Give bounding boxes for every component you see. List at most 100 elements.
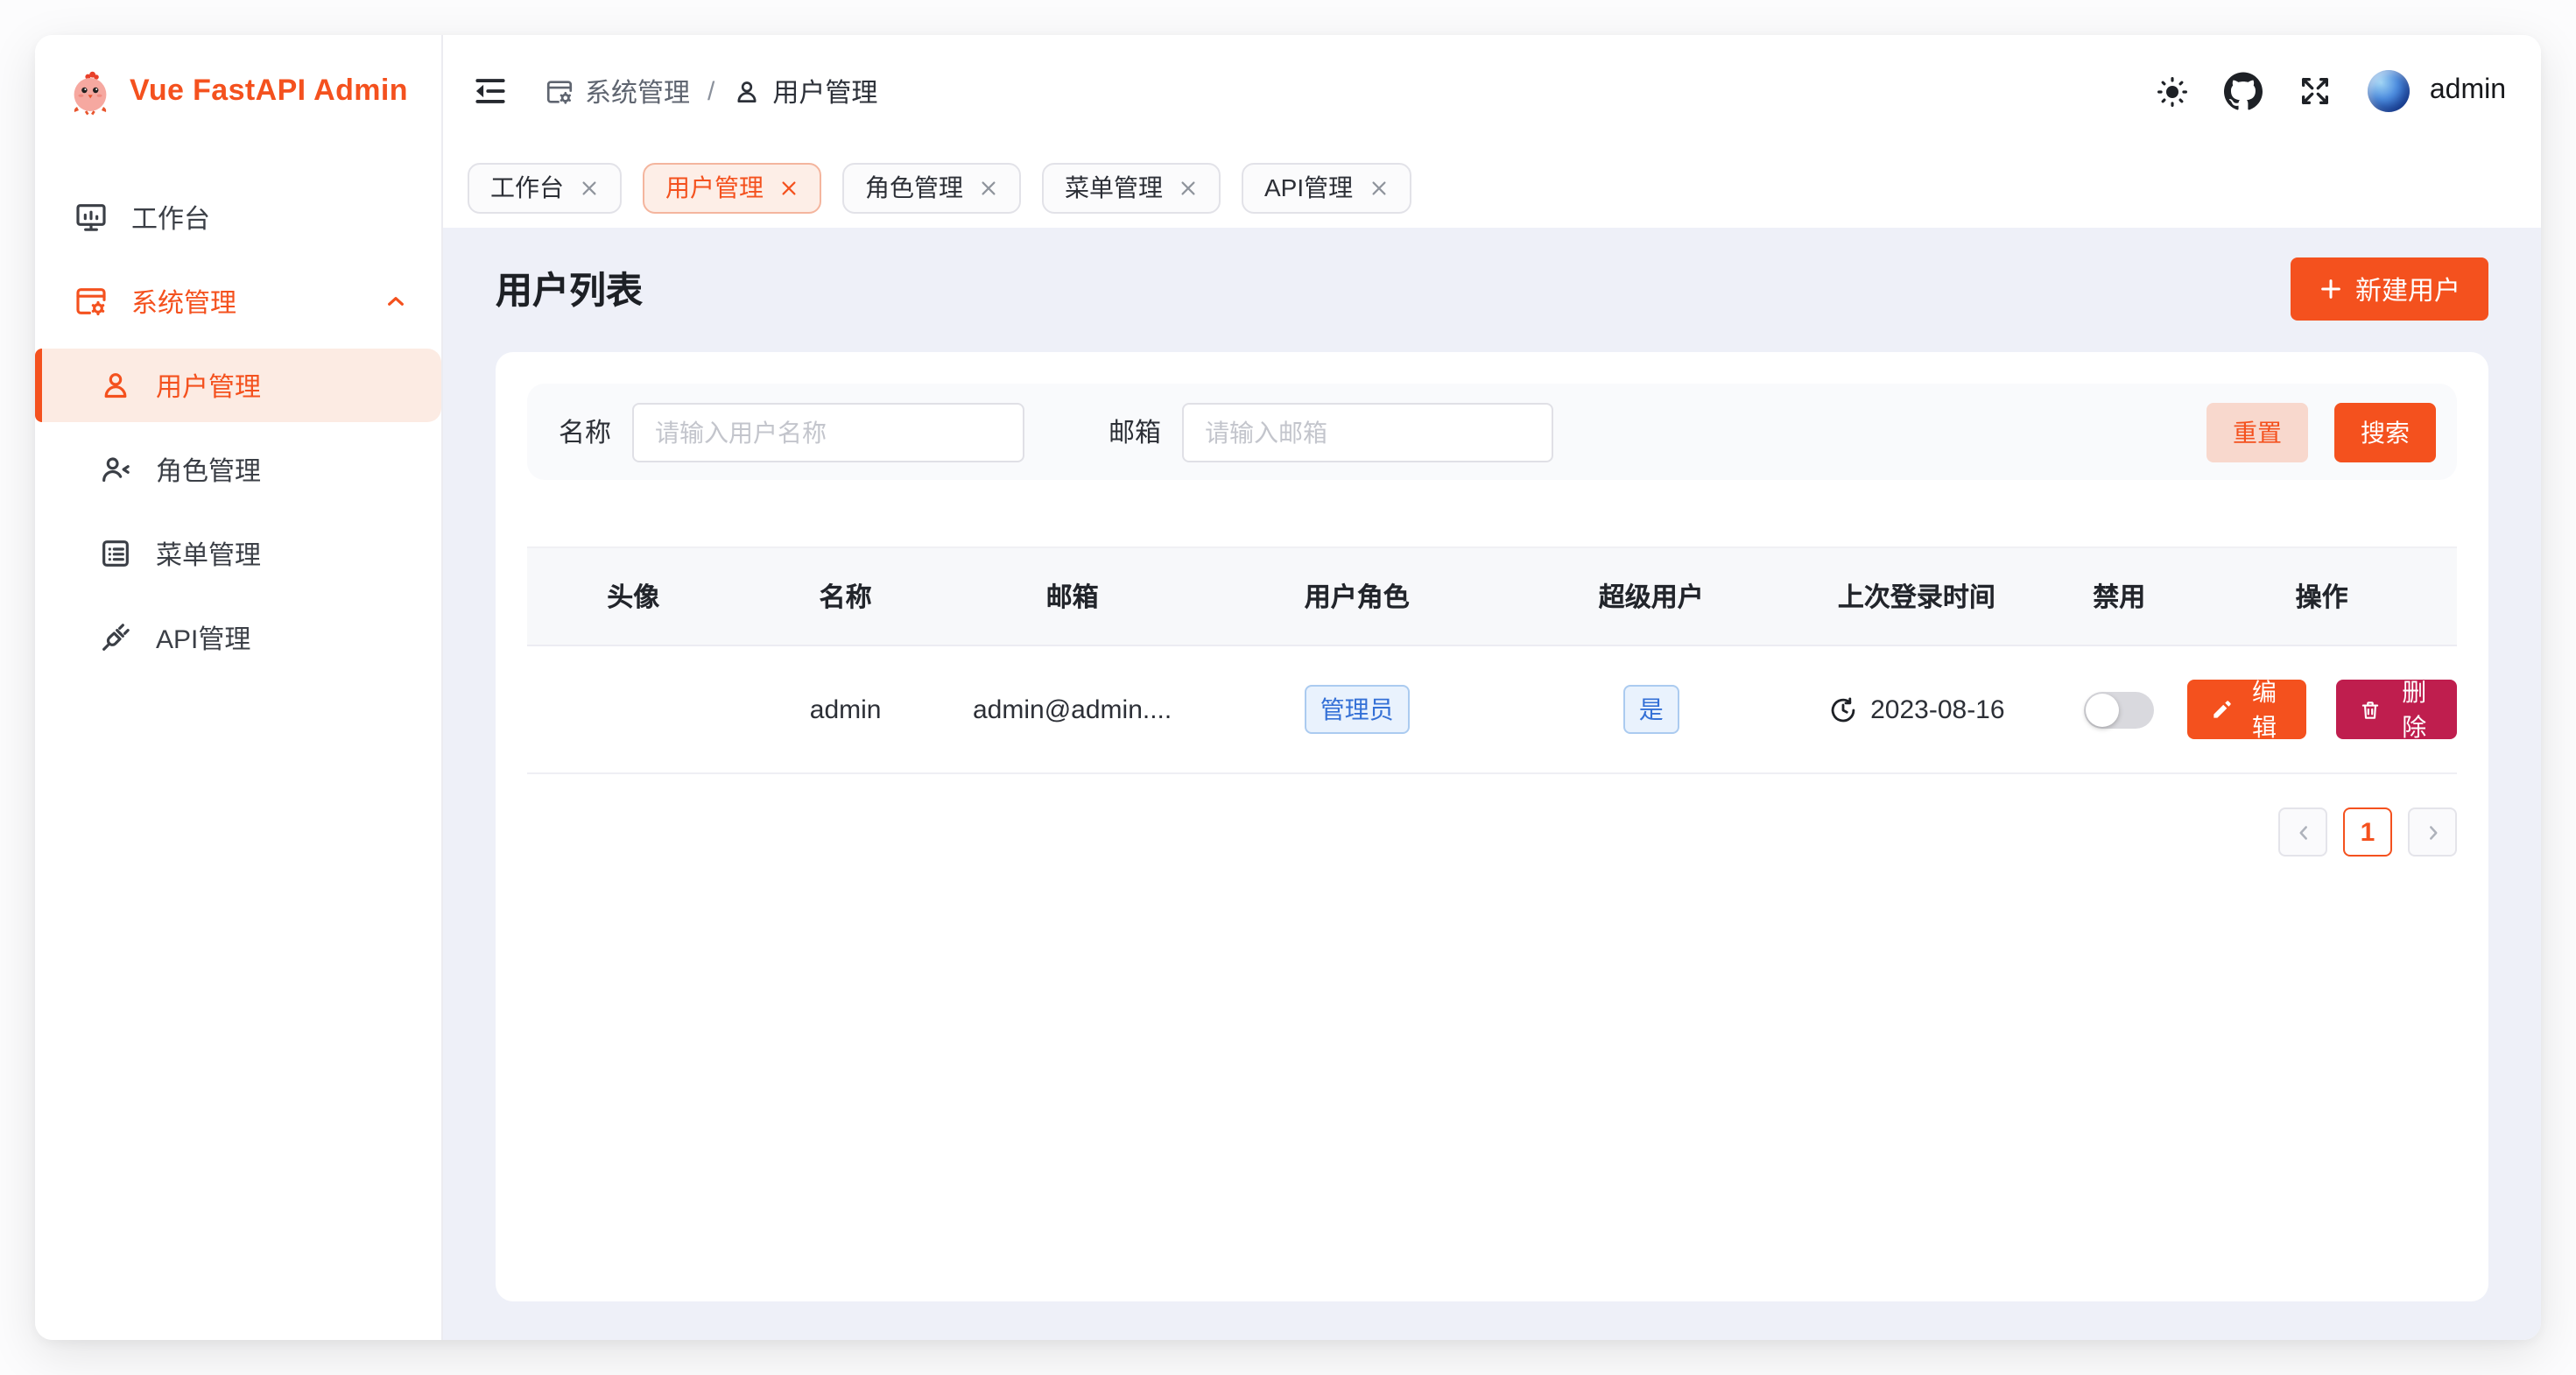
tab-roles[interactable]: 角色管理 [842,162,1021,213]
column-header-role: 用户角色 [1193,578,1521,615]
sidebar-item-roles[interactable]: 角色管理 [35,433,441,506]
disabled-toggle[interactable] [2084,691,2154,728]
plus-icon [2319,277,2343,301]
sidebar-collapse-button[interactable] [464,65,517,117]
sidebar-item-menus[interactable]: 菜单管理 [35,517,441,590]
trash-icon [2360,698,2382,721]
tab-users[interactable]: 用户管理 [643,162,821,213]
column-header-last-login: 上次登录时间 [1782,578,2052,615]
last-login-value: 2023-08-16 [1870,695,2004,724]
tab-label: API管理 [1264,170,1353,205]
pagination-next-button[interactable] [2408,807,2457,857]
table-card: 名称 邮箱 重置 搜索 头像 名称 邮箱 [496,352,2488,1301]
tabbar: 工作台 用户管理 角色管理 [443,147,2541,228]
tab-label: 菜单管理 [1065,170,1163,205]
sidebar-item-users[interactable]: 用户管理 [35,349,441,422]
email-filter-input[interactable] [1182,402,1553,462]
tab-label: 用户管理 [665,170,764,205]
sidebar-item-label: 角色管理 [156,451,261,488]
name-filter-label: 名称 [559,413,611,450]
cell-actions: 编辑 删除 [2186,680,2457,739]
column-header-disabled: 禁用 [2052,578,2186,615]
column-header-name: 名称 [739,578,951,615]
table-row: admin admin@admin.... 管理员 是 [527,646,2457,774]
tab-api[interactable]: API管理 [1242,162,1411,213]
pagination: 1 [527,807,2457,857]
email-filter-label: 邮箱 [1109,413,1161,450]
cell-role: 管理员 [1193,685,1521,734]
filter-panel: 名称 邮箱 重置 搜索 [527,384,2457,480]
topbar: 系统管理 / 用户管理 [443,35,2541,147]
tab-label: 工作台 [490,170,564,205]
sidebar-item-api[interactable]: API管理 [35,601,441,674]
sidebar-item-system[interactable]: 系统管理 [35,264,441,338]
close-icon[interactable] [979,178,998,197]
create-user-label: 新建用户 [2355,271,2460,307]
sidebar-item-label: API管理 [156,619,250,656]
chick-logo-icon [67,67,114,115]
monitor-icon [74,200,109,235]
edit-button[interactable]: 编辑 [2186,680,2306,739]
delete-label: 删除 [2395,674,2434,744]
topbar-actions: admin [2153,70,2506,112]
user-icon [98,368,133,403]
cell-superuser: 是 [1521,685,1782,734]
cell-last-login: 2023-08-16 [1782,695,2052,724]
reset-button[interactable]: 重置 [2206,402,2308,462]
breadcrumb-label: 用户管理 [772,73,877,109]
breadcrumb: 系统管理 / 用户管理 [545,73,877,109]
chevron-up-icon [382,287,410,315]
app-title: Vue FastAPI Admin [130,74,408,109]
user-icon [732,76,762,106]
close-icon[interactable] [779,178,799,197]
page-title: 用户列表 [496,263,643,315]
logo[interactable]: Vue FastAPI Admin [35,35,441,147]
menu-list-icon [98,536,133,571]
close-icon[interactable] [580,178,599,197]
theme-toggle-sun-icon[interactable] [2153,72,2192,110]
search-button[interactable]: 搜索 [2334,402,2436,462]
create-user-button[interactable]: 新建用户 [2291,257,2488,321]
app-window: Vue FastAPI Admin 工作台 [35,35,2541,1340]
tab-label: 角色管理 [865,170,963,205]
clock-icon [1828,695,1858,724]
close-icon[interactable] [1369,178,1388,197]
user-avatar[interactable] [2368,70,2411,112]
cell-name: admin [739,695,951,724]
edit-label: 编辑 [2244,674,2284,744]
column-header-avatar: 头像 [527,578,739,615]
column-header-superuser: 超级用户 [1521,578,1782,615]
content-area: 用户列表 新建用户 名称 邮箱 [443,228,2541,1340]
superuser-tag: 是 [1623,685,1679,734]
pagination-page-1[interactable]: 1 [2343,807,2392,857]
users-table: 头像 名称 邮箱 用户角色 超级用户 上次登录时间 禁用 操作 admin [527,546,2457,774]
role-icon [98,452,133,487]
breadcrumb-separator: / [707,76,714,106]
breadcrumb-item-system[interactable]: 系统管理 [545,73,690,109]
pencil-icon [2209,698,2232,721]
sidebar: Vue FastAPI Admin 工作台 [35,35,443,1340]
tab-workbench[interactable]: 工作台 [468,162,622,213]
sidebar-item-label: 工作台 [131,199,210,236]
github-icon[interactable] [2225,72,2263,110]
role-tag: 管理员 [1305,685,1410,734]
sidebar-item-label: 用户管理 [156,367,261,404]
username[interactable]: admin [2430,75,2506,107]
main-area: 系统管理 / 用户管理 [443,35,2541,1340]
delete-button[interactable]: 删除 [2337,680,2457,739]
sidebar-item-label: 系统管理 [131,283,236,320]
pagination-prev-button[interactable] [2278,807,2327,857]
tab-menus[interactable]: 菜单管理 [1042,162,1221,213]
column-header-email: 邮箱 [952,578,1193,615]
breadcrumb-item-users[interactable]: 用户管理 [732,73,877,109]
sidebar-item-workbench[interactable]: 工作台 [35,180,441,254]
breadcrumb-label: 系统管理 [585,73,690,109]
fullscreen-icon[interactable] [2297,72,2335,110]
name-filter-input[interactable] [632,402,1024,462]
sidebar-menu: 工作台 系统管理 [35,147,441,685]
column-header-actions: 操作 [2186,578,2457,615]
window-gear-icon [545,76,574,106]
sidebar-item-label: 菜单管理 [156,535,261,572]
close-icon[interactable] [1179,178,1198,197]
table-header-row: 头像 名称 邮箱 用户角色 超级用户 上次登录时间 禁用 操作 [527,548,2457,646]
